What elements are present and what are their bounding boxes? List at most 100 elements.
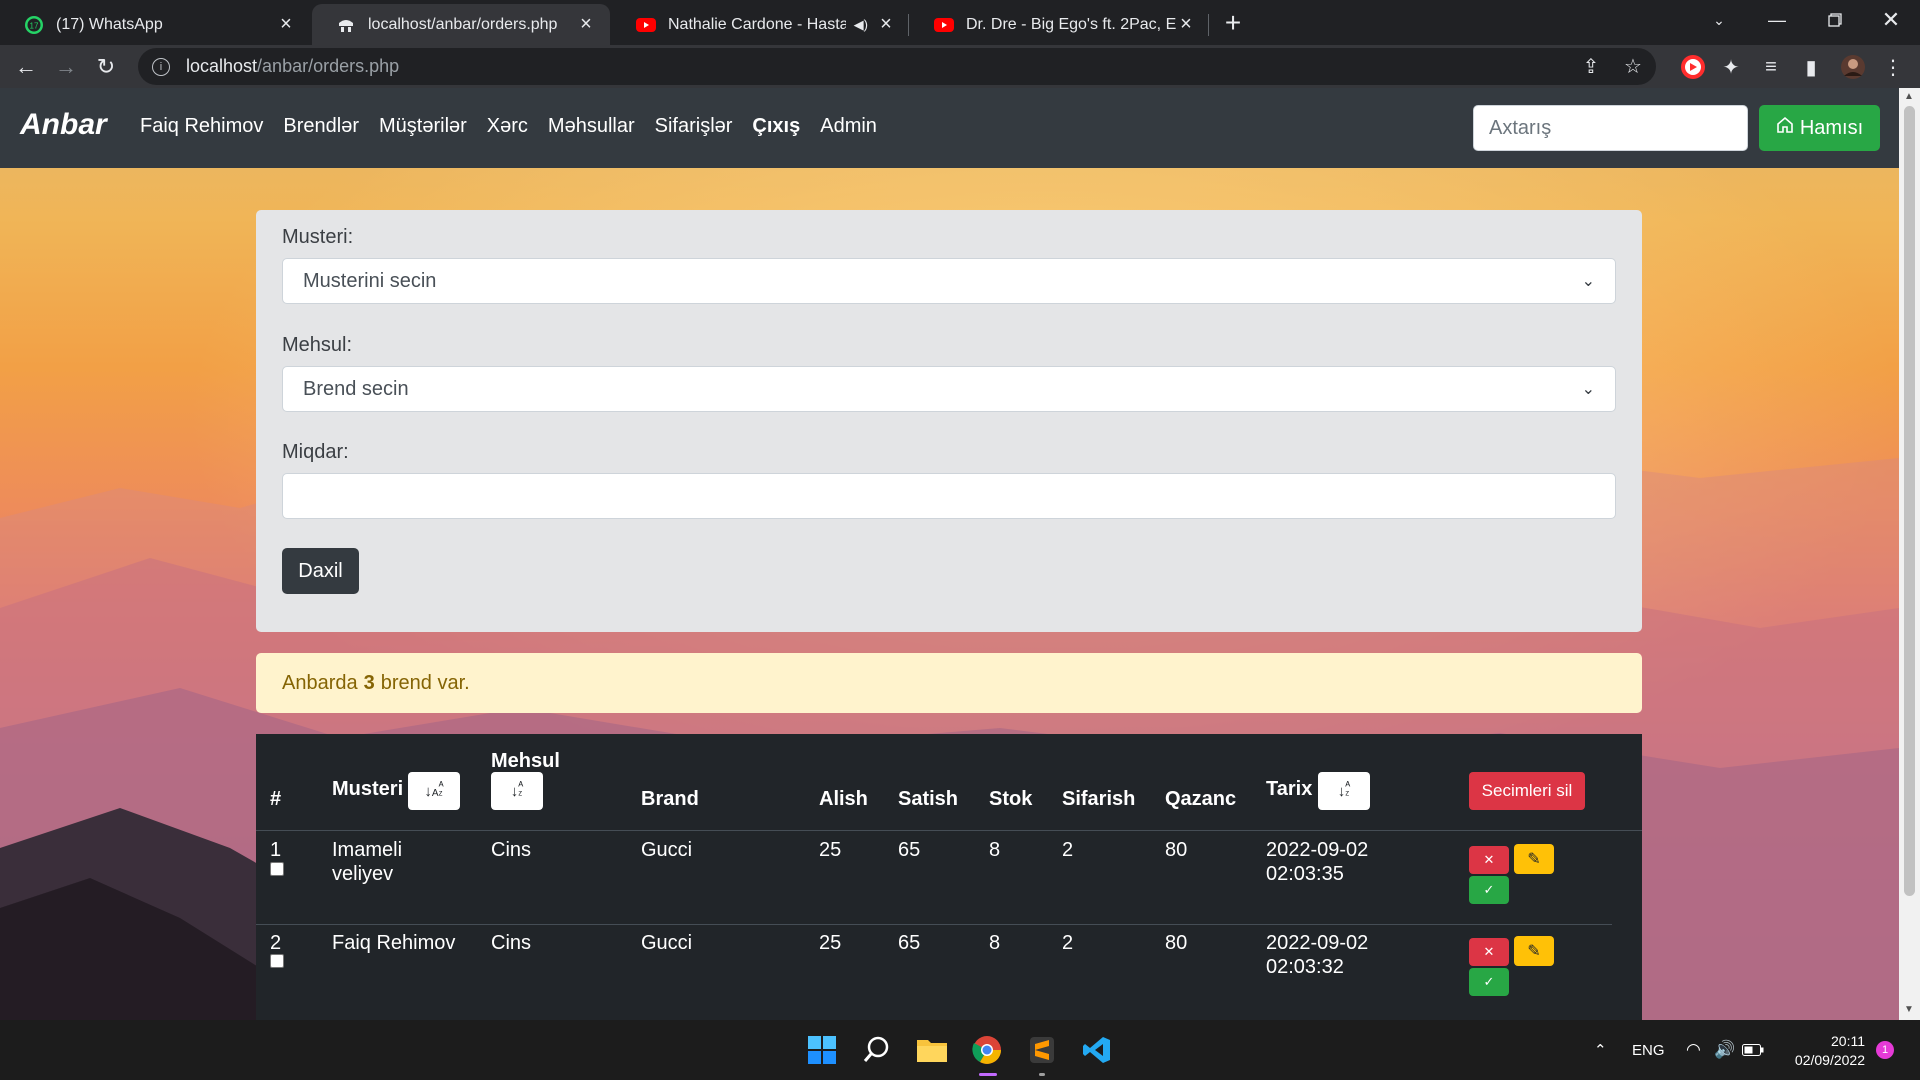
brand-logo[interactable]: Anbar — [20, 108, 107, 142]
confirm-row-button[interactable]: ✓ — [1469, 968, 1509, 996]
extension-red-icon[interactable] — [1678, 52, 1708, 82]
address-bar: ← → ↻ i localhost/anbar/orders.php ⇪ ☆ ✦… — [0, 45, 1920, 88]
sort-icon-letters: ᴬᶻ — [438, 780, 444, 801]
delete-row-button[interactable]: ✕ — [1469, 938, 1509, 966]
running-app-indicator — [1039, 1073, 1045, 1076]
scrollbar-thumb[interactable] — [1904, 106, 1915, 896]
close-icon[interactable]: × — [276, 13, 296, 35]
nav-link-admin[interactable]: Admin — [820, 115, 877, 138]
chrome-icon[interactable] — [967, 1030, 1007, 1076]
notification-badge[interactable]: 1 — [1876, 1041, 1894, 1059]
menu-dots-icon[interactable]: ⋮ — [1878, 52, 1908, 82]
side-panel-icon[interactable]: ▮ — [1796, 52, 1826, 82]
forward-arrow-icon[interactable]: → — [48, 49, 84, 85]
row-product: Cins — [491, 932, 532, 954]
tab-search-chevron-icon[interactable]: ⌄ — [1690, 0, 1748, 40]
url-field[interactable]: i localhost/anbar/orders.php ⇪ ☆ — [138, 48, 1656, 85]
back-arrow-icon[interactable]: ← — [8, 49, 44, 85]
row-buy: 25 — [819, 932, 842, 954]
clock-date: 02/09/2022 — [1794, 1052, 1865, 1068]
vscode-icon[interactable] — [1077, 1030, 1117, 1070]
tab-title: Nathalie Cardone - Hasta siem — [668, 15, 846, 33]
url-host: localhost — [186, 56, 258, 76]
header-profit: Qazanc — [1165, 788, 1237, 810]
tray-chevron-up-icon[interactable]: ⌃ — [1594, 1020, 1607, 1080]
page-scrollbar[interactable]: ▲ ▼ — [1899, 88, 1920, 1020]
row-product: Cins — [491, 839, 532, 861]
nav-link-products[interactable]: Məhsullar — [548, 115, 635, 138]
restore-button[interactable] — [1806, 0, 1864, 40]
row-checkbox[interactable] — [270, 954, 284, 968]
language-indicator[interactable]: ENG — [1632, 1020, 1665, 1080]
share-icon[interactable]: ⇪ — [1576, 48, 1606, 85]
tab-youtube-1[interactable]: Nathalie Cardone - Hasta siem ◀) × — [612, 4, 910, 45]
row-sell: 65 — [898, 932, 921, 954]
header-divider — [256, 830, 1642, 831]
new-tab-button[interactable]: + — [1218, 7, 1248, 38]
search-icon[interactable] — [857, 1030, 897, 1070]
youtube-icon — [934, 15, 954, 35]
product-select[interactable]: Brend secin ⌄ — [282, 366, 1616, 412]
windows-start-icon[interactable] — [802, 1030, 842, 1070]
alert-count: 3 — [363, 671, 375, 694]
alert-suffix: brend var. — [380, 671, 470, 694]
nav-link-logout[interactable]: Çıxış — [752, 115, 800, 138]
header-stock: Stok — [989, 788, 1033, 810]
row-buy: 25 — [819, 839, 842, 861]
sublime-text-icon[interactable] — [1022, 1030, 1062, 1076]
url-path: /anbar/orders.php — [257, 56, 400, 76]
bookmark-star-icon[interactable]: ☆ — [1618, 48, 1648, 85]
sort-customer-button[interactable]: ↓A ᴬ ᶻ — [408, 772, 460, 810]
minimize-button[interactable]: — — [1748, 0, 1806, 40]
row-customer: Faiq Rehimov — [332, 932, 456, 954]
edit-row-button[interactable]: ✎ — [1514, 844, 1554, 874]
brand-count-alert: Anbarda 3 brend var. — [256, 653, 1642, 713]
volume-icon[interactable]: 🔊 — [1714, 1020, 1735, 1080]
row-checkbox[interactable] — [270, 862, 284, 876]
media-queue-icon[interactable]: ≡ — [1756, 52, 1786, 82]
tab-orders[interactable]: localhost/anbar/orders.php × — [312, 4, 610, 45]
edit-row-button[interactable]: ✎ — [1514, 936, 1554, 966]
profile-avatar[interactable] — [1838, 52, 1868, 82]
system-clock[interactable]: 20:11 02/09/2022 — [1780, 1032, 1865, 1070]
all-button[interactable]: Hamısı — [1759, 105, 1880, 151]
quantity-input[interactable] — [282, 473, 1616, 519]
close-icon[interactable]: × — [576, 13, 596, 35]
delete-row-button[interactable]: ✕ — [1469, 846, 1509, 874]
nav-link-orders[interactable]: Sifarişlər — [655, 115, 733, 138]
delete-selected-button[interactable]: Secimleri sil — [1469, 772, 1585, 810]
scroll-up-arrow-icon[interactable]: ▲ — [1904, 91, 1914, 102]
whatsapp-icon: 17 — [24, 15, 44, 35]
close-window-button[interactable]: ✕ — [1862, 0, 1920, 40]
speaker-icon[interactable]: ◀) — [854, 17, 868, 33]
close-icon[interactable]: × — [1176, 13, 1196, 35]
header-buy: Alish — [819, 788, 868, 810]
file-explorer-icon[interactable] — [912, 1030, 952, 1070]
wifi-icon[interactable]: ◠ — [1686, 1020, 1701, 1080]
scroll-down-arrow-icon[interactable]: ▼ — [1904, 1004, 1914, 1015]
browser-tab-bar: 17 (17) WhatsApp × localhost/anbar/order… — [0, 0, 1920, 45]
youtube-icon — [636, 15, 656, 35]
tab-youtube-2[interactable]: Dr. Dre - Big Ego's ft. 2Pac, Eazy E × — [910, 4, 1210, 45]
battery-icon[interactable] — [1742, 1020, 1764, 1080]
nav-link-brands[interactable]: Brendlər — [283, 115, 359, 138]
info-icon[interactable]: i — [152, 57, 170, 76]
pencil-icon: ✎ — [1527, 851, 1541, 868]
tab-title: (17) WhatsApp — [56, 15, 163, 33]
submit-button[interactable]: Daxil — [282, 548, 359, 594]
sort-product-button[interactable]: ↓ ᴬ ᶻ — [491, 772, 543, 810]
confirm-row-button[interactable]: ✓ — [1469, 876, 1509, 904]
whatsapp-badge: 17 — [30, 21, 39, 30]
nav-link-customers[interactable]: Müştərilər — [379, 115, 467, 138]
search-input[interactable]: Axtarış — [1473, 105, 1748, 151]
puzzle-icon[interactable]: ✦ — [1716, 52, 1746, 82]
row-profit: 80 — [1165, 839, 1188, 861]
reload-icon[interactable]: ↻ — [88, 49, 124, 85]
nav-link-expenses[interactable]: Xərc — [487, 115, 528, 138]
sort-date-button[interactable]: ↓ ᴬ ᶻ — [1318, 772, 1370, 810]
nav-link-user[interactable]: Faiq Rehimov — [140, 115, 263, 138]
header-num: # — [270, 788, 282, 810]
customer-select[interactable]: Musterini secin ⌄ — [282, 258, 1616, 304]
tab-whatsapp[interactable]: 17 (17) WhatsApp × — [0, 4, 310, 45]
close-icon[interactable]: × — [876, 13, 896, 35]
